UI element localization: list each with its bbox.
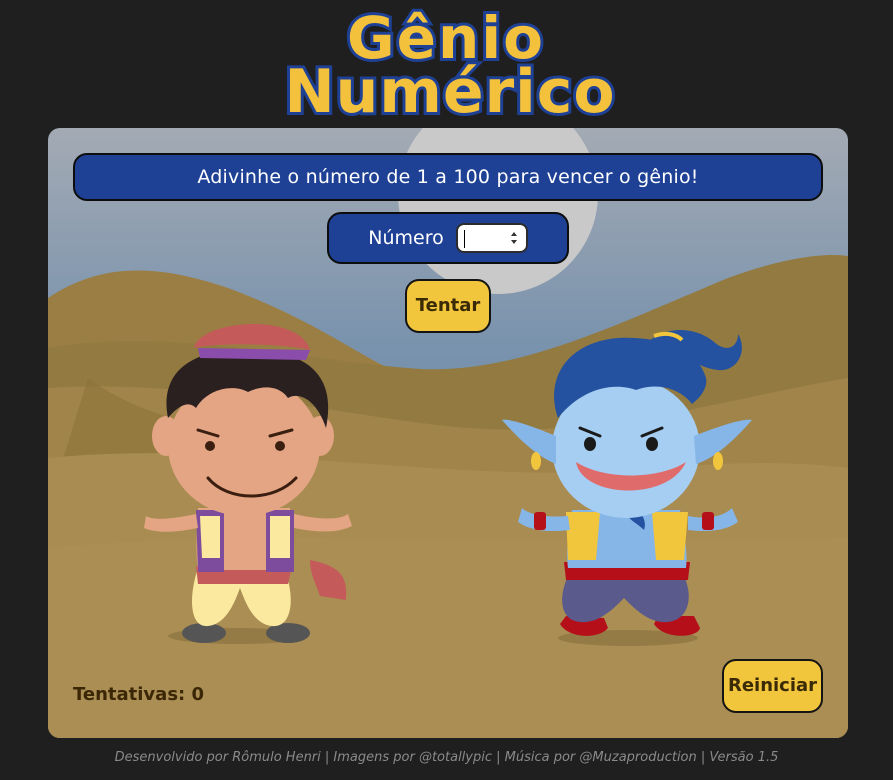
attempts-counter: Tentativas: 0 [73,684,205,705]
try-button[interactable]: Tentar [405,279,491,333]
page: Gênio Numérico Adivinhe o número de 1 a … [0,0,893,780]
reset-button[interactable]: Reiniciar [722,659,823,713]
number-label: Número [368,227,444,249]
footer-credits: Desenvolvido por Rômulo Henri | Imagens … [114,750,779,765]
text-caret [463,230,465,248]
number-input[interactable] [455,223,528,253]
logo-line2: Numérico [284,57,615,127]
logo: Gênio Numérico [281,1,617,128]
number-input-group: Número [327,212,569,264]
instruction-banner: Adivinhe o número de 1 a 100 para vencer… [73,153,823,201]
number-spinner-arrows-icon[interactable] [510,231,518,245]
game-panel: Adivinhe o número de 1 a 100 para vencer… [48,128,848,738]
